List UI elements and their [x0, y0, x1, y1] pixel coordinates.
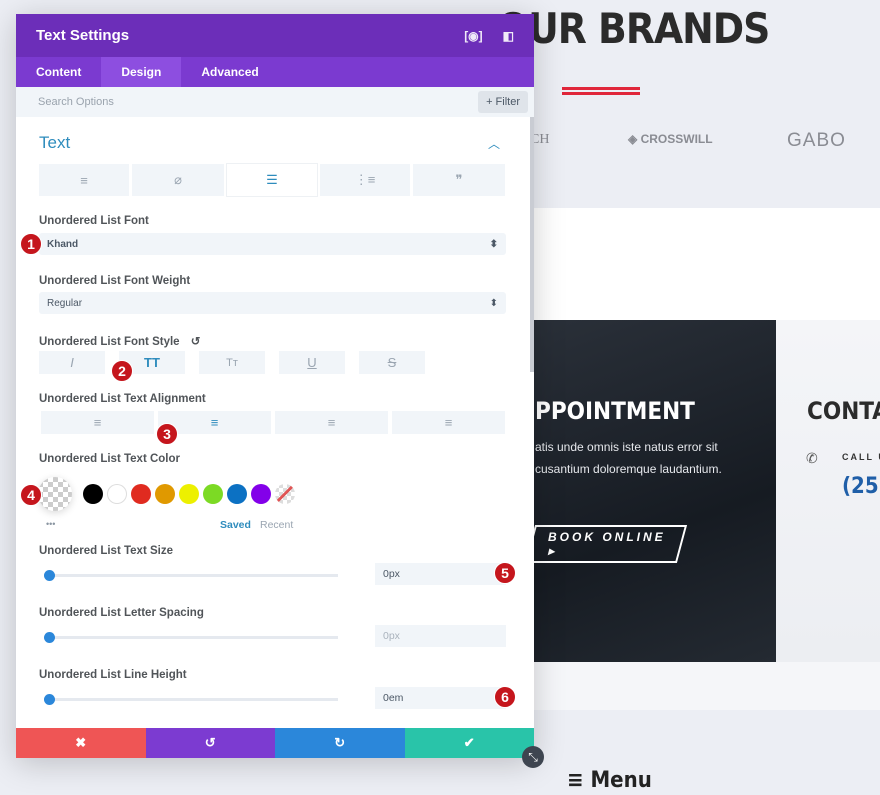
book-online-button[interactable]: BOOK ONLINE ▸: [524, 525, 688, 563]
color-swatch[interactable]: [251, 484, 271, 504]
fullscreen-icon[interactable]: [◉]: [464, 29, 482, 43]
tab-advanced[interactable]: Advanced: [181, 57, 278, 87]
step-badge: 6: [494, 686, 516, 708]
strikethrough-button[interactable]: S: [359, 351, 425, 374]
text-size-slider[interactable]: [44, 570, 338, 581]
color-swatch[interactable]: [131, 484, 151, 504]
brand-logo-gabo: GABO: [787, 130, 846, 151]
appointment-title: PPOINTMENT: [535, 397, 695, 425]
call-us-label: CALL US: [842, 452, 880, 462]
align-justify-button[interactable]: ≡: [392, 411, 505, 434]
filter-button[interactable]: + Filter: [478, 91, 528, 113]
text-tab-link[interactable]: ⌀: [132, 164, 224, 196]
color-swatch[interactable]: [155, 484, 175, 504]
resize-handle-icon[interactable]: ⤡: [522, 746, 544, 768]
align-right-button[interactable]: ≡: [275, 411, 388, 434]
step-badge: 1: [20, 233, 42, 255]
text-tab-paragraph[interactable]: ≡: [39, 164, 129, 196]
search-input[interactable]: Search Options: [38, 96, 114, 108]
text-tab-ordered-list[interactable]: ⋮≡: [320, 164, 410, 196]
text-size-input[interactable]: 0px: [375, 563, 506, 585]
underline-button[interactable]: U: [279, 351, 345, 374]
italic-button[interactable]: I: [39, 351, 105, 374]
menu-button[interactable]: ≡ Menu: [567, 768, 652, 793]
alignment-label: Unordered List Text Alignment: [39, 393, 206, 405]
save-button[interactable]: ✔: [404, 728, 534, 758]
brands-title: OUR BRANDS: [497, 4, 770, 53]
line-height-label: Unordered List Line Height: [39, 669, 187, 681]
font-style-label: Unordered List Font Style ↺: [39, 336, 201, 348]
step-badge: 4: [20, 484, 42, 506]
appointment-image: [534, 320, 776, 662]
color-picker[interactable]: [38, 477, 72, 511]
clear-color-swatch[interactable]: [275, 484, 295, 504]
letter-spacing-slider[interactable]: [44, 632, 338, 643]
tab-content[interactable]: Content: [16, 57, 101, 87]
line-height-slider[interactable]: [44, 694, 338, 705]
capitalize-button[interactable]: Tт: [199, 351, 265, 374]
font-select[interactable]: Khand ⬍: [39, 233, 506, 255]
color-swatch[interactable]: [179, 484, 199, 504]
font-weight-select[interactable]: Regular ⬍: [39, 292, 506, 314]
section-title[interactable]: Text: [39, 133, 70, 153]
text-size-label: Unordered List Text Size: [39, 545, 173, 557]
letter-spacing-label: Unordered List Letter Spacing: [39, 607, 204, 619]
scrollbar[interactable]: [530, 117, 534, 372]
text-tab-quote[interactable]: ❞: [413, 164, 505, 196]
font-label: Unordered List Font: [39, 215, 149, 227]
text-tab-unordered-list[interactable]: ☰: [227, 164, 317, 196]
contact-title: CONTACT: [807, 397, 880, 425]
cancel-button[interactable]: ✖: [16, 728, 146, 758]
phone-number: (255: [842, 474, 880, 499]
brand-logo-crosswill: ◈ CROSSWILL: [628, 132, 713, 146]
step-badge: 5: [494, 562, 516, 584]
recent-colors-tab[interactable]: Recent: [260, 519, 293, 531]
text-settings-modal: Text Settings [◉] ◧ Content Design Advan…: [16, 14, 534, 758]
more-icon[interactable]: •••: [46, 519, 55, 529]
divider: [562, 87, 640, 90]
tab-design[interactable]: Design: [101, 57, 182, 87]
phone-icon: ✆: [806, 450, 818, 466]
chevron-up-icon[interactable]: ︿: [488, 135, 500, 152]
undo-button[interactable]: ↺: [145, 728, 275, 758]
color-swatch[interactable]: [203, 484, 223, 504]
reset-icon[interactable]: ↺: [191, 336, 201, 348]
appointment-text: cusantium doloremque laudantium.: [535, 462, 722, 476]
saved-colors-tab[interactable]: Saved: [220, 519, 251, 531]
slider-handle[interactable]: [44, 570, 55, 581]
line-height-input[interactable]: 0em: [375, 687, 506, 709]
sidebar-toggle-icon[interactable]: ◧: [503, 29, 514, 43]
text-color-label: Unordered List Text Color: [39, 453, 180, 465]
slider-handle[interactable]: [44, 694, 55, 705]
color-swatch[interactable]: [107, 484, 127, 504]
modal-title: Text Settings: [36, 27, 130, 44]
color-swatch[interactable]: [83, 484, 103, 504]
appointment-text: atis unde omnis iste natus error sit: [535, 440, 718, 454]
font-weight-label: Unordered List Font Weight: [39, 275, 191, 287]
align-left-button[interactable]: ≡: [41, 411, 154, 434]
color-swatch[interactable]: [227, 484, 247, 504]
step-badge: 3: [156, 423, 178, 445]
divider: [562, 92, 640, 95]
slider-handle[interactable]: [44, 632, 55, 643]
letter-spacing-input[interactable]: 0px: [375, 625, 506, 647]
step-badge: 2: [111, 360, 133, 382]
redo-button[interactable]: ↻: [275, 728, 405, 758]
